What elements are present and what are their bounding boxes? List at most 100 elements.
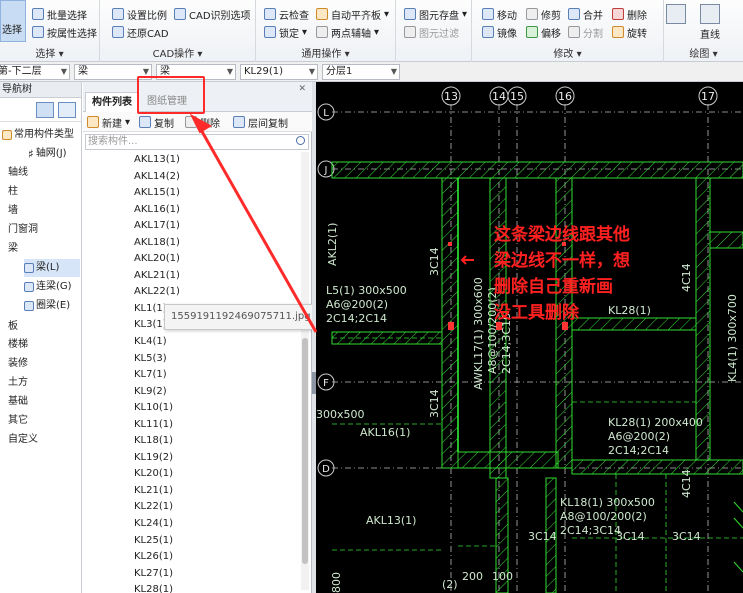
auto-flat-button[interactable]: 自动平齐板 ▾ (316, 6, 389, 22)
delete-button[interactable]: 删除 (612, 6, 647, 22)
label-3c14-b: 3C14 (428, 389, 441, 418)
offset-button[interactable]: 偏移 (526, 24, 561, 40)
list-item[interactable]: AKL16(1) (83, 202, 312, 219)
set-scale-button[interactable]: 设置比例 (112, 6, 167, 22)
nav-item-link-beam[interactable]: 连梁(G) (24, 278, 72, 296)
nav-item-ring-beam[interactable]: 圈梁(E) (24, 297, 70, 315)
nav-item-custom[interactable]: 自定义 (8, 431, 38, 449)
trim-button[interactable]: 修剪 (526, 6, 561, 22)
list-item[interactable]: AKL22(1) (83, 284, 312, 301)
list-item[interactable]: AKL21(1) (83, 268, 312, 285)
list-item[interactable]: AKL18(1) (83, 235, 312, 252)
list-item[interactable]: KL11(1) (83, 417, 312, 434)
split-button[interactable]: 分割 (568, 24, 603, 40)
cad-identify-button[interactable]: CAD识别选项 (174, 6, 251, 22)
layer-select[interactable]: 分层1 ▼ (322, 64, 400, 80)
list-view-icon[interactable] (36, 102, 54, 118)
nav-item-beam[interactable]: 梁 (8, 240, 18, 258)
annotation-text: 这条梁边线跟其他 梁边线不一样，想 删除自己重新画 没工具删除 (494, 225, 630, 323)
point-draw-button[interactable] (666, 4, 686, 26)
new-icon (87, 116, 99, 128)
list-item[interactable]: AKL15(1) (83, 185, 312, 202)
nav-item-stairs[interactable]: 楼梯 (8, 336, 28, 354)
nav-item-axis[interactable]: 轴线 (8, 164, 28, 182)
modify-group: 移动 修剪 合并 删除 镜像 偏移 分割 旋转 修改 ▾ (472, 0, 664, 62)
new-button[interactable]: 新建 ▾ (87, 114, 130, 130)
nav-item-foundation[interactable]: 基础 (8, 393, 28, 411)
chevron-down-icon: ▼ (390, 67, 397, 76)
list-item[interactable]: KL22(1) (83, 499, 312, 516)
list-item[interactable]: AKL20(1) (83, 251, 312, 268)
axis-label-15: 15 (510, 90, 524, 103)
list-item[interactable]: KL18(1) (83, 433, 312, 450)
nav-item-axis-grid[interactable]: ♯ 轴网(J) (28, 145, 67, 163)
list-item[interactable]: KL24(1) (83, 516, 312, 533)
link-beam-icon (24, 282, 34, 292)
list-item[interactable]: KL27(1) (83, 566, 312, 583)
nav-item-common[interactable]: 常用构件类型 (2, 126, 74, 144)
list-item[interactable]: KL21(1) (83, 483, 312, 500)
filter-icon (404, 26, 416, 38)
highlight-box (137, 76, 205, 114)
label-3c14-e: 3C14 (528, 530, 557, 543)
lock-button[interactable]: 锁定 ▾ (264, 24, 307, 40)
ring-beam-icon (24, 301, 34, 311)
scrollbar[interactable] (301, 152, 309, 590)
nav-item-earthwork[interactable]: 土方 (8, 374, 28, 392)
cad-canvas[interactable]: 13 14 15 16 17 L J F D AKL2(1) L5(1) 300… (316, 82, 743, 593)
delete-component-button[interactable]: 删除 (185, 114, 220, 130)
elem-filter-button[interactable]: 图元过滤 (404, 24, 459, 40)
cloud-check-button[interactable]: 云检查 (264, 6, 309, 22)
tab-components[interactable]: 构件列表 (85, 92, 139, 112)
common-group-label: 通用操作 ▾ (301, 49, 350, 60)
list-item[interactable]: KL10(1) (83, 400, 312, 417)
list-item[interactable]: KL25(1) (83, 533, 312, 550)
nav-item-beam-l[interactable]: 梁(L) (24, 259, 80, 277)
delete-icon (185, 116, 197, 128)
move-button[interactable]: 移动 (482, 6, 517, 22)
line-button[interactable]: 直线 (700, 4, 720, 41)
list-item[interactable]: KL28(1) (83, 582, 312, 593)
nav-item-decoration[interactable]: 装修 (8, 355, 28, 373)
list-item[interactable]: AKL17(1) (83, 218, 312, 235)
nav-tree-tools (0, 98, 81, 122)
filter-icon (32, 26, 44, 38)
cad-icon (174, 8, 186, 20)
label-akl16: AKL16(1) (360, 426, 410, 439)
tree-view-icon[interactable] (58, 102, 76, 118)
copy-button[interactable]: 复制 (139, 114, 174, 130)
list-item[interactable]: KL7(1) (83, 367, 312, 384)
batch-select-button[interactable]: 批量选择 (32, 6, 87, 22)
restore-icon (112, 26, 124, 38)
search-input[interactable]: 搜索构件... (85, 134, 309, 150)
label-dim-100: 100 (492, 570, 513, 583)
close-icon[interactable]: ✕ (298, 84, 306, 94)
list-item[interactable]: KL26(1) (83, 549, 312, 566)
scrollbar-thumb[interactable] (302, 338, 308, 564)
component-toolbar: 新建 ▾ 复制 删除 层间复制 (83, 112, 312, 132)
mirror-button[interactable]: 镜像 (482, 24, 517, 40)
list-item[interactable]: KL9(2) (83, 384, 312, 401)
nav-item-column[interactable]: 柱 (8, 183, 18, 201)
elem-save-button[interactable]: 图元存盘 ▾ (404, 6, 467, 22)
two-point-axis-button[interactable]: 两点辅轴 ▾ (316, 24, 379, 40)
select-button[interactable]: 选择 (0, 0, 26, 42)
floor-select[interactable]: 第-下二层 ▼ (0, 64, 70, 80)
floor-copy-button[interactable]: 层间复制 (233, 114, 288, 130)
nav-item-wall[interactable]: 墙 (8, 202, 18, 220)
list-item[interactable]: AKL13(1) (83, 152, 312, 169)
component-select[interactable]: KL29(1) ▼ (240, 64, 318, 80)
list-item[interactable]: KL4(1) (83, 334, 312, 351)
rotate-button[interactable]: 旋转 (612, 24, 647, 40)
list-item[interactable]: KL20(1) (83, 466, 312, 483)
restore-cad-button[interactable]: 还原CAD (112, 24, 169, 40)
nav-item-other[interactable]: 其它 (8, 412, 28, 430)
nav-item-slab[interactable]: 板 (8, 318, 18, 336)
attr-select-button[interactable]: 按属性选择 (32, 24, 97, 40)
list-item[interactable]: KL19(2) (83, 450, 312, 467)
nav-item-door-window[interactable]: 门窗洞 (8, 221, 38, 239)
list-item[interactable]: AKL14(2) (83, 169, 312, 186)
label-kl28b-stirrup: A6@200(2) (608, 430, 670, 443)
merge-button[interactable]: 合并 (568, 6, 603, 22)
list-item[interactable]: KL5(3) (83, 351, 312, 368)
